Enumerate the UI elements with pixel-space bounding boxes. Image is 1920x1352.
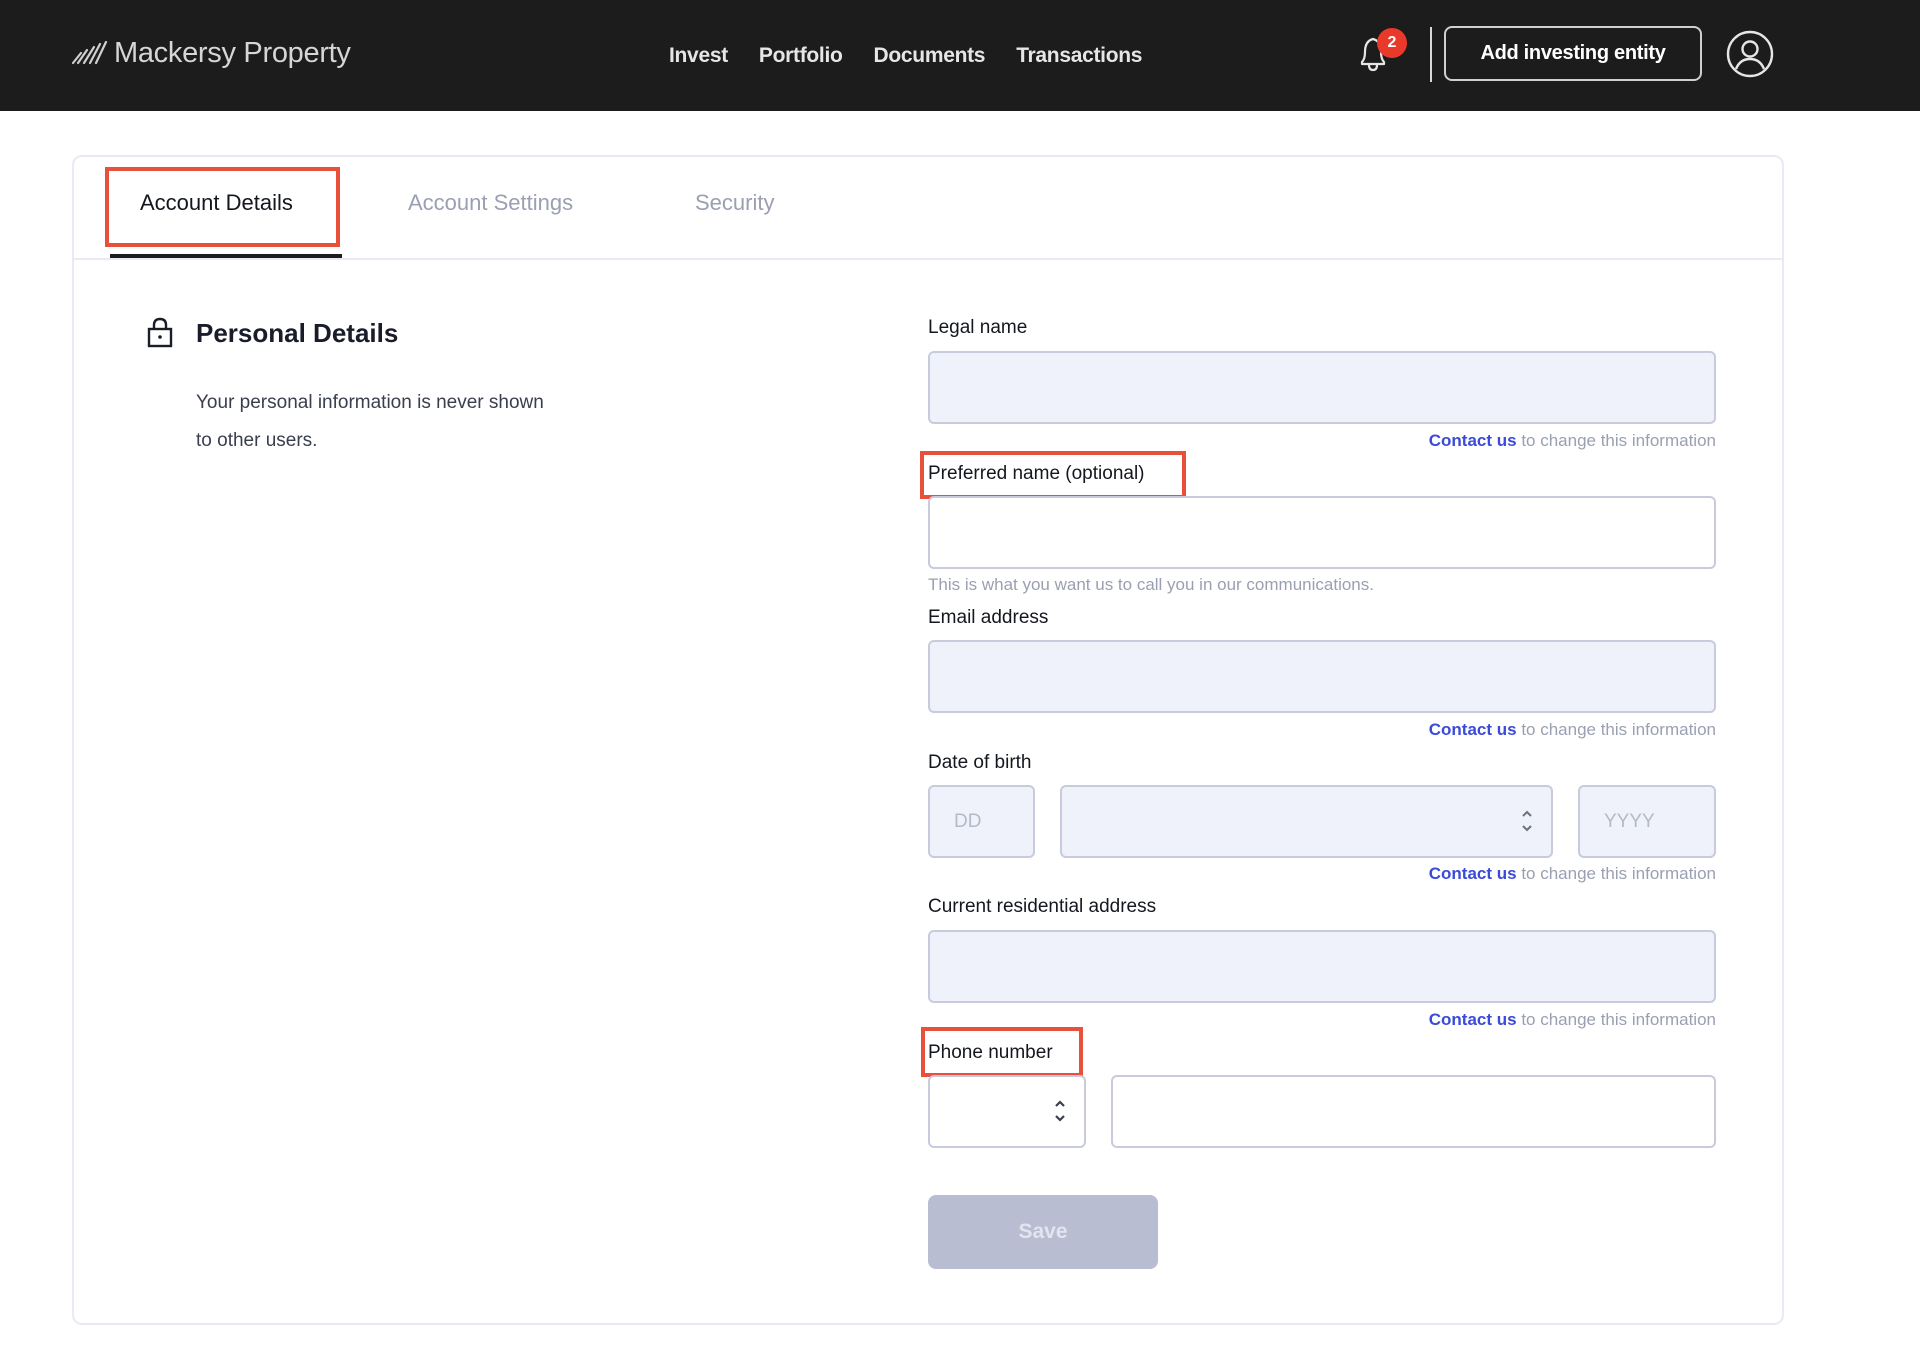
header-divider (1430, 27, 1432, 82)
brand-name: Mackersy Property (114, 36, 351, 69)
add-investing-entity-button[interactable]: Add investing entity (1444, 26, 1702, 81)
tab-account-details[interactable]: Account Details (140, 190, 293, 220)
notification-badge: 2 (1377, 28, 1407, 58)
helper-text: to change this information (1516, 864, 1716, 883)
nav-transactions[interactable]: Transactions (1016, 44, 1142, 68)
tab-account-settings[interactable]: Account Settings (408, 190, 573, 220)
dob-day-field[interactable] (928, 785, 1035, 858)
preferred-name-label: Preferred name (optional) (928, 463, 1145, 484)
helper-text: to change this information (1516, 720, 1716, 739)
legal-name-helper: Contact us to change this information (1429, 431, 1716, 451)
section-description: Your personal information is never shown… (196, 392, 544, 451)
logo-mark-icon (72, 41, 108, 65)
address-helper: Contact us to change this information (1429, 1010, 1716, 1030)
email-label: Email address (928, 607, 1049, 628)
nav-portfolio[interactable]: Portfolio (759, 44, 843, 68)
tabs-divider (74, 258, 1782, 260)
dob-helper: Contact us to change this information (1429, 864, 1716, 884)
nav-invest[interactable]: Invest (669, 44, 728, 68)
nav-documents[interactable]: Documents (874, 44, 986, 68)
dob-year-field[interactable] (1578, 785, 1716, 858)
contact-us-link[interactable]: Contact us (1429, 864, 1517, 883)
top-navigation-bar: Mackersy Property Invest Portfolio Docum… (0, 0, 1920, 111)
phone-label: Phone number (928, 1042, 1053, 1063)
section-title: Personal Details (196, 318, 399, 348)
legal-name-label: Legal name (928, 317, 1028, 338)
contact-us-link[interactable]: Contact us (1429, 431, 1517, 450)
phone-number-field[interactable] (1111, 1075, 1716, 1148)
helper-text: to change this information (1516, 1010, 1716, 1029)
user-avatar-icon[interactable] (1726, 30, 1774, 78)
save-button[interactable]: Save (928, 1195, 1158, 1269)
brand-logo[interactable]: Mackersy Property (72, 32, 351, 74)
contact-us-link[interactable]: Contact us (1429, 1010, 1517, 1029)
select-chevrons-icon (1055, 1100, 1065, 1122)
email-field[interactable] (928, 640, 1716, 713)
dob-label: Date of birth (928, 752, 1032, 773)
address-label: Current residential address (928, 896, 1157, 917)
dob-month-select[interactable] (1060, 785, 1553, 858)
email-helper: Contact us to change this information (1429, 720, 1716, 740)
contact-us-link[interactable]: Contact us (1429, 720, 1517, 739)
lock-icon (147, 317, 173, 348)
legal-name-field[interactable] (928, 351, 1716, 424)
main-nav: Invest Portfolio Documents Transactions (669, 38, 1173, 74)
helper-text: to change this information (1516, 431, 1716, 450)
preferred-name-help: This is what you want us to call you in … (928, 575, 1374, 594)
tab-security[interactable]: Security (695, 190, 774, 220)
preferred-name-field[interactable] (928, 496, 1716, 569)
select-chevrons-icon (1522, 810, 1532, 832)
address-field[interactable] (928, 930, 1716, 1003)
